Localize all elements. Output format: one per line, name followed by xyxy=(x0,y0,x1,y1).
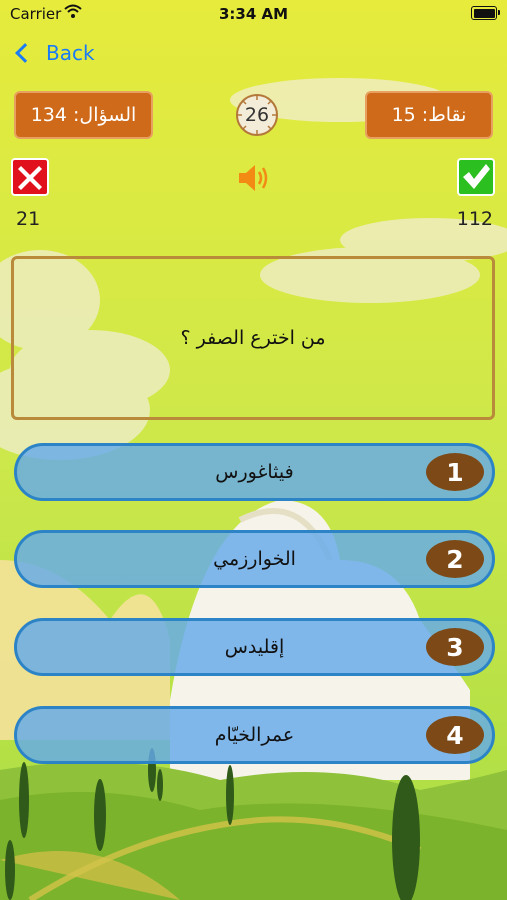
answer-option-4[interactable]: عمرالخيّام 4 xyxy=(14,706,495,764)
question-text: من اخترع الصفر ؟ xyxy=(180,327,326,349)
answer-number-badge: 3 xyxy=(426,628,484,666)
answer-option-1[interactable]: فيثاغورس 1 xyxy=(14,443,495,501)
answer-label: إقليدس xyxy=(224,636,285,658)
back-label: Back xyxy=(46,41,95,65)
answer-number-badge: 4 xyxy=(426,716,484,754)
timer-value: 26 xyxy=(244,104,270,126)
answer-option-2[interactable]: الخوارزمي 2 xyxy=(14,530,495,588)
answer-option-3[interactable]: إقليدس 3 xyxy=(14,618,495,676)
answer-label: فيثاغورس xyxy=(215,461,294,483)
answer-label: عمرالخيّام xyxy=(214,724,295,746)
correct-count: 112 xyxy=(456,208,493,230)
chevron-left-icon xyxy=(15,43,35,63)
question-counter: السؤال: 134 xyxy=(14,91,153,139)
battery-icon xyxy=(471,6,500,20)
wrong-count: 21 xyxy=(16,208,41,230)
points-counter: نقاط: 15 xyxy=(365,91,493,139)
clock-time: 3:34 AM xyxy=(218,5,289,23)
check-icon xyxy=(457,158,495,196)
question-box: من اخترع الصفر ؟ xyxy=(11,256,495,420)
answer-label: الخوارزمي xyxy=(213,548,296,570)
speaker-icon[interactable] xyxy=(236,160,272,196)
back-button[interactable]: Back xyxy=(14,38,95,68)
answer-number-badge: 1 xyxy=(426,453,484,491)
wrong-x-icon xyxy=(11,158,49,196)
answer-number-badge: 2 xyxy=(426,540,484,578)
status-bar: Carrier 3:34 AM xyxy=(0,0,507,28)
